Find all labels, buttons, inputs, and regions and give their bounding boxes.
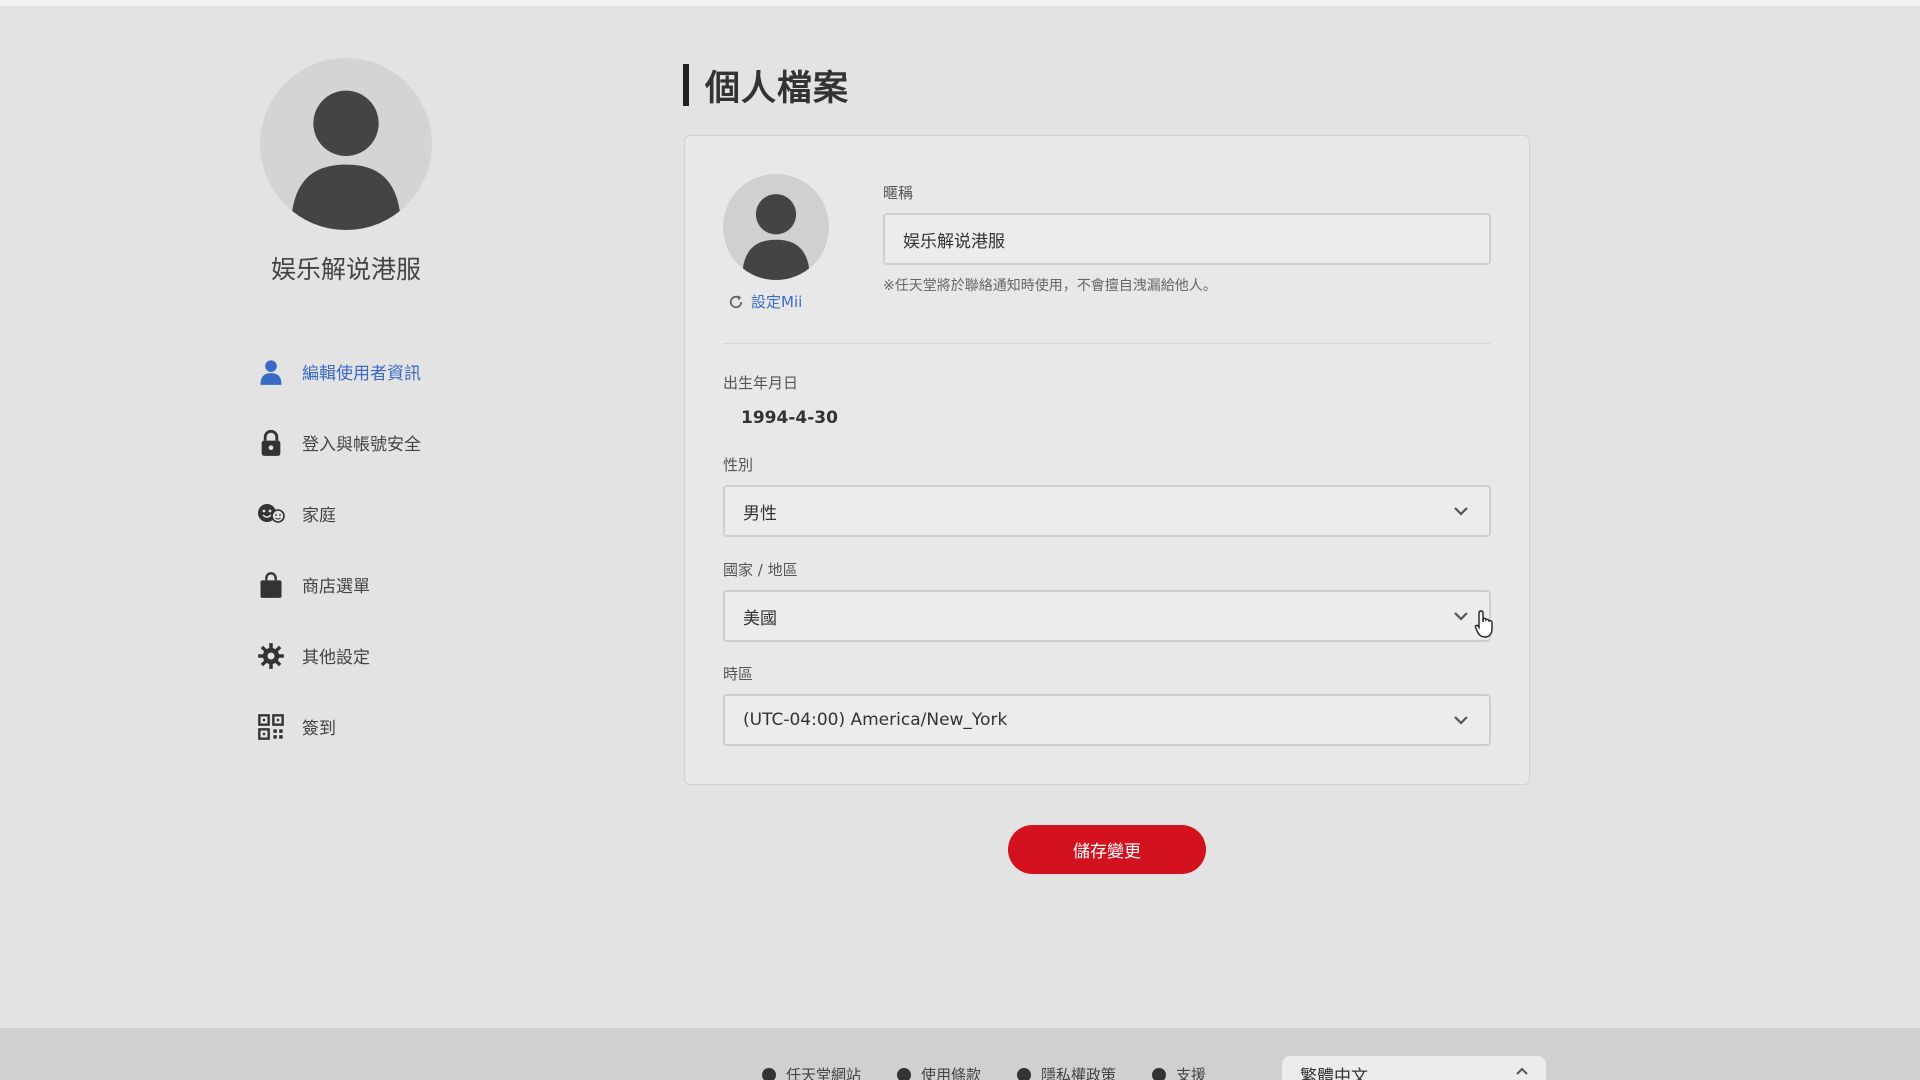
help-circle-icon: [1152, 1067, 1167, 1080]
footer-link-label: 使用條款: [921, 1066, 982, 1080]
gender-value: 男性: [743, 503, 777, 524]
footer-link-nintendo-site[interactable]: 任天堂網站: [762, 1064, 861, 1080]
sidebar-item-label: 簽到: [302, 719, 336, 739]
timezone-label: 時區: [723, 665, 754, 683]
shopping-bag-icon: [256, 570, 286, 600]
divider: [723, 343, 1491, 344]
chevron-circle-icon: [1017, 1067, 1032, 1080]
chevron-circle-icon: [762, 1067, 776, 1080]
qr-code-icon: [256, 712, 286, 742]
chevron-circle-icon: [897, 1067, 912, 1080]
mii-avatar: [723, 174, 829, 280]
gender-label: 性別: [723, 456, 754, 474]
footer-link-support[interactable]: 支援: [1152, 1064, 1206, 1080]
save-changes-button[interactable]: 儲存變更: [1008, 825, 1206, 874]
sidebar: 娱乐解说港服 編輯使用者資訊 登入與帳號安全 家庭 商店選單 其他設定 簽到: [0, 0, 600, 1028]
set-mii-label: 設定Mii: [751, 293, 803, 311]
language-value: 繁體中文: [1300, 1067, 1368, 1080]
dob-label: 出生年月日: [723, 374, 799, 392]
footer-link-terms[interactable]: 使用條款: [897, 1064, 981, 1080]
language-select[interactable]: 繁體中文: [1282, 1056, 1546, 1080]
country-label: 國家 / 地區: [723, 561, 798, 579]
hand-cursor-icon: [1474, 610, 1493, 638]
timezone-value: (UTC-04:00) America/New_York: [743, 710, 1008, 730]
chevron-down-icon: [1451, 501, 1471, 521]
gear-icon: [256, 641, 286, 671]
gender-select[interactable]: 男性: [723, 485, 1491, 537]
chevron-down-icon: [1451, 606, 1471, 626]
nickname-label: 暱稱: [883, 184, 914, 202]
sidebar-item-edit-user-info[interactable]: 編輯使用者資訊: [256, 336, 576, 407]
sidebar-item-shop-menu[interactable]: 商店選單: [256, 549, 576, 620]
footer: 任天堂網站 使用條款 隱私權政策 支援 繁體中文: [0, 1028, 1920, 1080]
timezone-select[interactable]: (UTC-04:00) America/New_York: [723, 694, 1491, 746]
dob-value: 1994-4-30: [741, 408, 838, 428]
sidebar-item-label: 登入與帳號安全: [302, 435, 421, 455]
sidebar-item-login-security[interactable]: 登入與帳號安全: [256, 407, 576, 478]
country-value: 美國: [743, 608, 777, 629]
page-title: 個人檔案: [705, 68, 850, 109]
sidebar-item-other-settings[interactable]: 其他設定: [256, 620, 576, 691]
sidebar-username: 娱乐解说港服: [270, 255, 421, 284]
sidebar-item-label: 其他設定: [302, 648, 370, 668]
country-select[interactable]: 美國: [723, 590, 1491, 642]
profile-avatar: [260, 58, 432, 230]
profile-card: 設定Mii 暱稱 ※任天堂將於聯絡通知時使用，不會擅自洩漏給他人。 出生年月日 …: [684, 135, 1530, 785]
avatar-silhouette-icon: [290, 90, 402, 230]
footer-link-label: 支援: [1176, 1066, 1207, 1080]
family-icon: [256, 499, 286, 529]
nickname-note: ※任天堂將於聯絡通知時使用，不會擅自洩漏給他人。: [883, 278, 1217, 294]
chevron-down-icon: [1451, 710, 1471, 730]
footer-link-privacy[interactable]: 隱私權政策: [1017, 1064, 1116, 1080]
sidebar-item-label: 家庭: [302, 506, 336, 526]
footer-links: 任天堂網站 使用條款 隱私權政策 支援: [762, 1064, 1242, 1080]
page-title-block: 個人檔案: [683, 64, 849, 109]
lock-icon: [256, 428, 286, 458]
refresh-icon: [727, 293, 745, 311]
chevron-up-icon: [1514, 1064, 1530, 1080]
sidebar-item-check-in[interactable]: 簽到: [256, 691, 576, 762]
sidebar-nav: 編輯使用者資訊 登入與帳號安全 家庭 商店選單 其他設定 簽到: [256, 336, 576, 762]
avatar-silhouette-icon: [742, 194, 810, 280]
sidebar-item-label: 編輯使用者資訊: [302, 364, 421, 384]
set-mii-link[interactable]: 設定Mii: [727, 291, 802, 312]
user-icon: [256, 357, 286, 387]
nickname-field[interactable]: [883, 213, 1491, 265]
sidebar-item-label: 商店選單: [302, 577, 370, 597]
footer-link-label: 任天堂網站: [786, 1066, 862, 1080]
sidebar-item-family[interactable]: 家庭: [256, 478, 576, 549]
footer-link-label: 隱私權政策: [1041, 1066, 1117, 1080]
